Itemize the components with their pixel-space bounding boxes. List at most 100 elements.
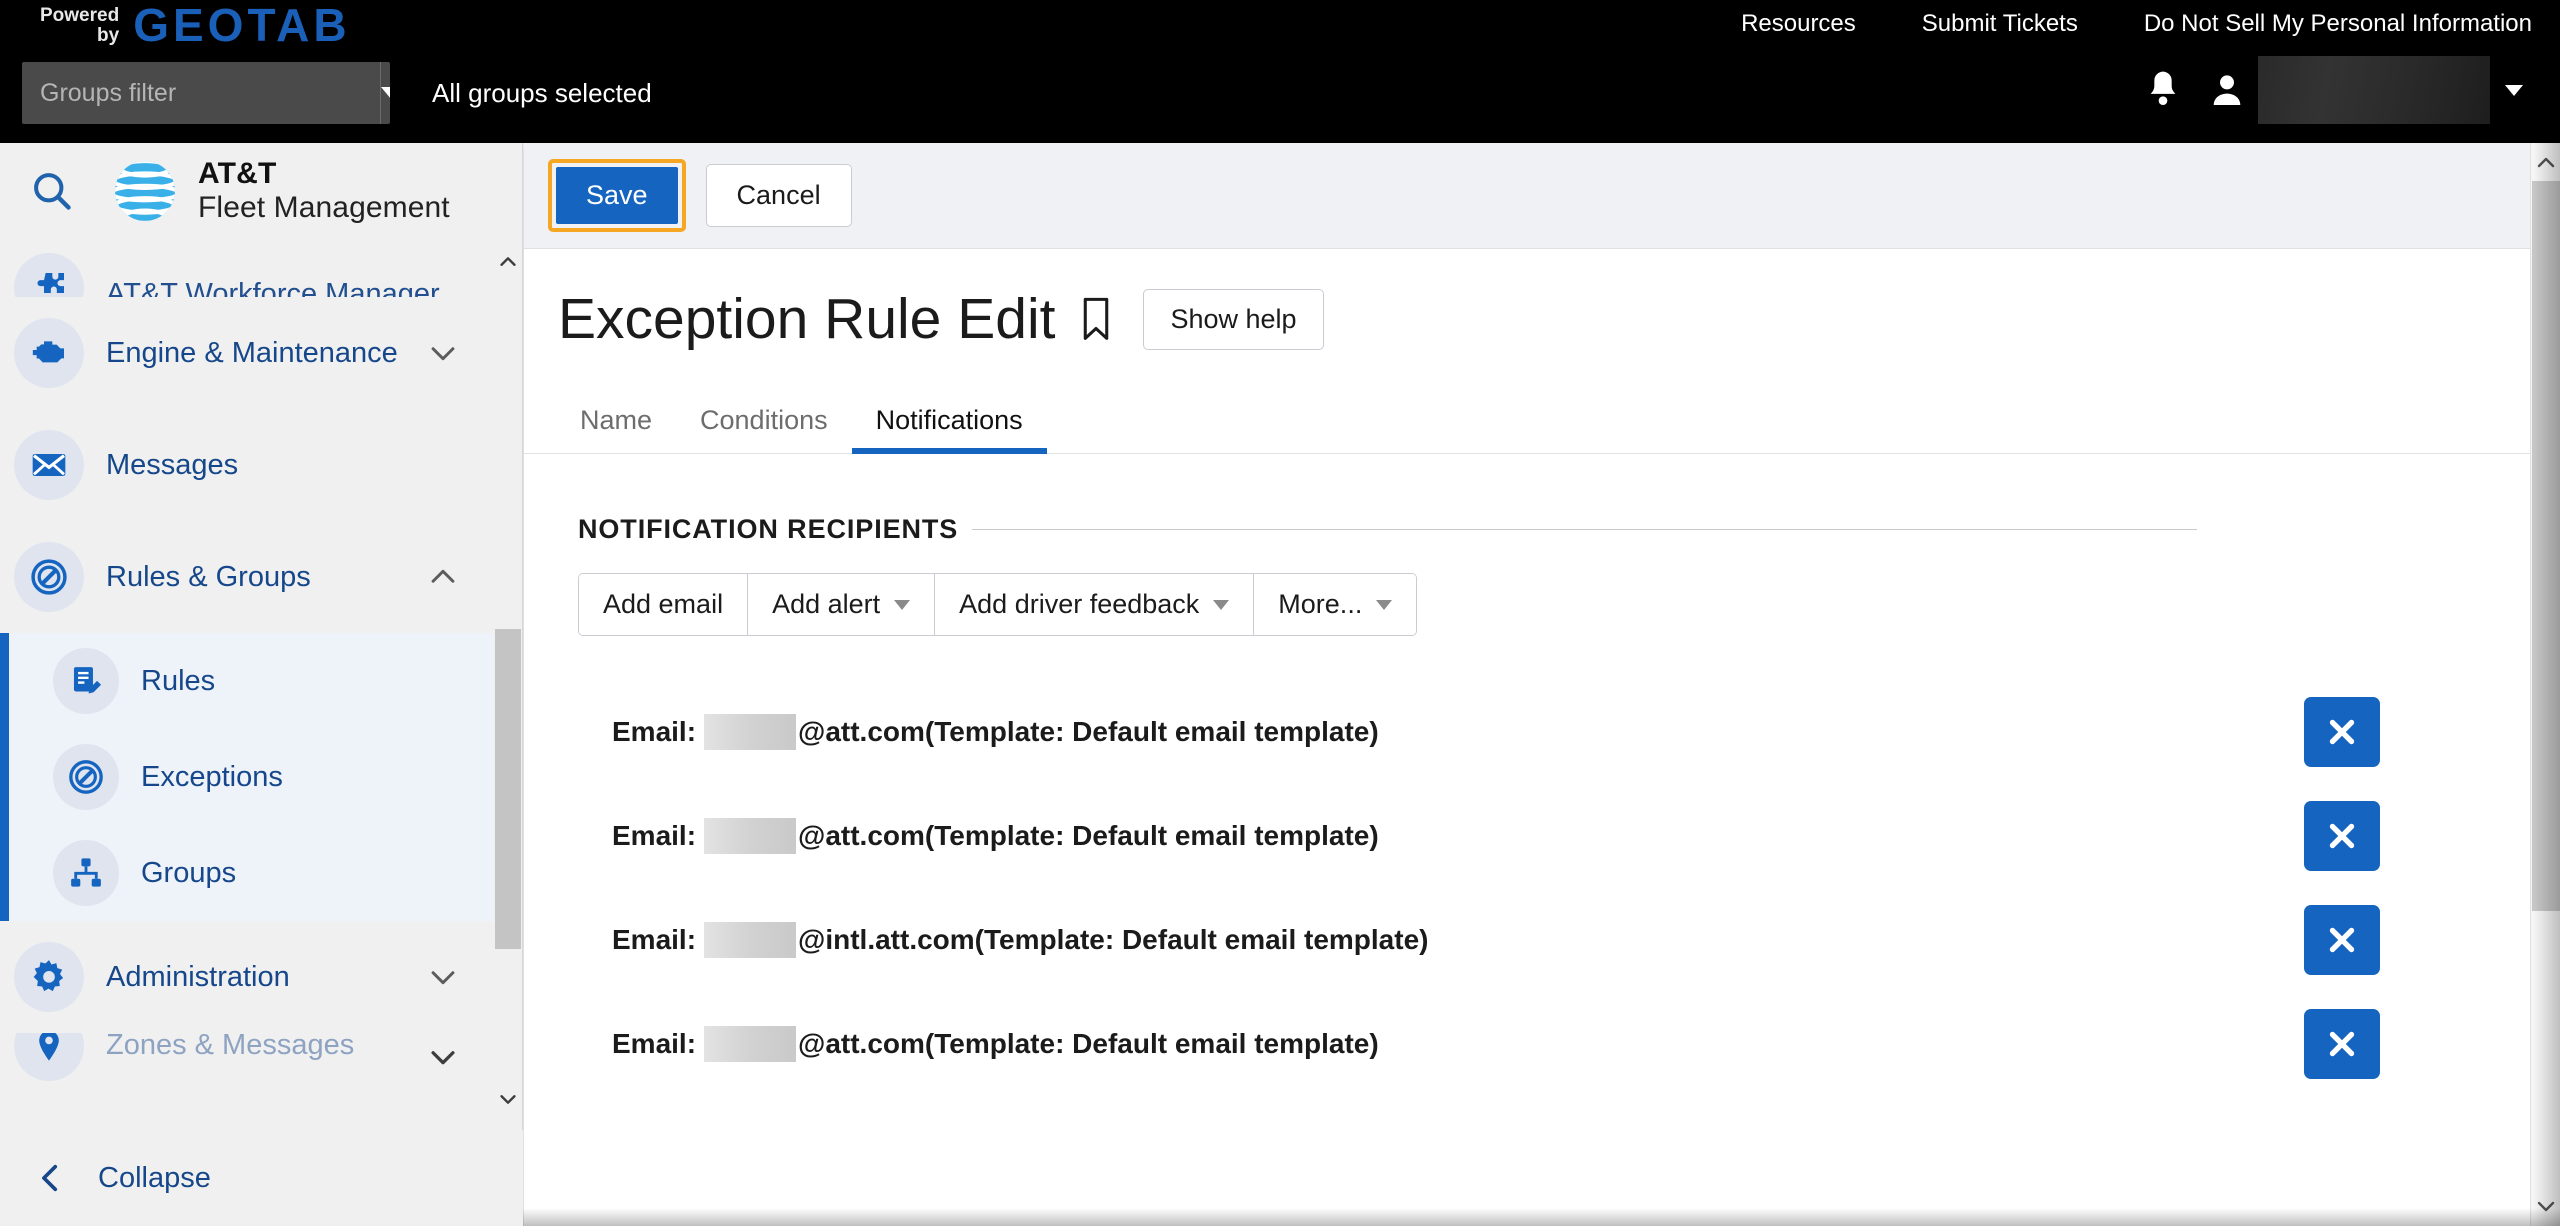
groups-filter-input[interactable] [22, 62, 380, 124]
add-email-label: Add email [603, 589, 724, 619]
notification-recipients-section: NOTIFICATION RECIPIENTS Add email Add al… [524, 454, 2560, 1096]
top-utility-links: Resources Submit Tickets Do Not Sell My … [1741, 0, 2532, 48]
org-tree-icon [53, 840, 119, 906]
tab-notifications[interactable]: Notifications [851, 405, 1047, 454]
recipients-toolbar: Add email Add alert Add driver feedback … [578, 573, 1418, 636]
main-scroll-down-button[interactable] [2531, 1188, 2560, 1224]
topbar-right-cluster [2128, 55, 2538, 125]
show-help-button[interactable]: Show help [1143, 288, 1324, 350]
powered-by-text: Powered by [40, 2, 119, 46]
more-label: More... [1278, 589, 1363, 619]
recipient-text: Email: @att.com (Template: Default email… [612, 1026, 1379, 1062]
recipient-row: Email: @att.com (Template: Default email… [578, 992, 2560, 1096]
main-scroll-up-button[interactable] [2531, 145, 2560, 181]
recipient-text: Email: @att.com (Template: Default email… [612, 818, 1379, 854]
chevron-down-icon [1376, 599, 1393, 610]
add-alert-button[interactable]: Add alert [748, 574, 936, 635]
bookmark-icon[interactable] [1077, 296, 1115, 342]
add-alert-label: Add alert [772, 589, 881, 619]
chevron-down-icon [2505, 84, 2523, 96]
no-entry-icon [53, 744, 119, 810]
recipient-template: (Template: Default email template) [924, 1028, 1379, 1059]
chevron-down-icon[interactable] [426, 960, 460, 994]
sidebar-item-messages[interactable]: Messages [0, 409, 522, 521]
att-fleet-logo: AT&T Fleet Management [112, 157, 450, 224]
recipient-domain: @att.com [798, 1028, 925, 1059]
sidebar-item-label: Engine & Maintenance [106, 336, 398, 369]
sidebar-item-label: Messages [106, 448, 239, 481]
chevron-down-icon[interactable] [426, 1040, 460, 1074]
user-avatar-icon [2213, 75, 2241, 106]
gear-icon [14, 942, 84, 1012]
sidebar-item-zones-and-messages[interactable]: Zones & Messages [0, 1033, 522, 1081]
tab-bar: Name Conditions Notifications [524, 389, 2560, 454]
sidebar-scrollbar-thumb[interactable] [495, 629, 521, 949]
sidebar-scroll-down-button[interactable] [494, 1082, 522, 1116]
save-button[interactable]: Save [556, 167, 678, 224]
sidebar-item-rules[interactable]: Rules [9, 633, 522, 729]
main-content: Save Cancel Exception Rule Edit Show hel… [524, 143, 2560, 1226]
sidebar-item-groups[interactable]: Groups [9, 825, 522, 921]
chevron-down-icon[interactable] [426, 336, 460, 370]
groups-filter-dropdown-button[interactable] [380, 62, 390, 124]
puzzle-icon [14, 253, 84, 297]
rule-circle-icon [14, 542, 84, 612]
sidebar-item-exceptions[interactable]: Exceptions [9, 729, 522, 825]
geotab-logo: Powered by GEOTAB [40, 2, 351, 48]
recipient-domain: @intl.att.com [798, 924, 975, 955]
link-resources[interactable]: Resources [1741, 10, 1856, 38]
powered-by-line1: Powered [40, 5, 120, 26]
sidebar-search-button[interactable] [20, 159, 84, 223]
sidebar-collapse-button[interactable]: Collapse [0, 1130, 523, 1226]
sidebar-scroll-up-button[interactable] [494, 245, 522, 279]
recipient-prefix: Email: [612, 716, 697, 747]
close-x-icon [2329, 719, 2355, 745]
recipient-text: Email: @intl.att.com (Template: Default … [612, 922, 1428, 958]
recipient-row: Email: @att.com (Template: Default email… [578, 680, 2560, 784]
groups-filter[interactable] [22, 62, 390, 124]
tab-conditions[interactable]: Conditions [676, 405, 852, 453]
section-divider [972, 529, 2198, 530]
add-driver-feedback-button[interactable]: Add driver feedback [935, 574, 1255, 635]
chevron-down-icon [894, 599, 911, 610]
sidebar-collapse-label: Collapse [98, 1161, 211, 1194]
sidebar: AT&T Fleet Management AT&T Workforce Man… [0, 143, 523, 1226]
sidebar-item-label: AT&T Workforce Manager [106, 278, 440, 297]
delete-recipient-button[interactable] [2304, 1009, 2380, 1079]
add-email-button[interactable]: Add email [579, 574, 749, 635]
cancel-button[interactable]: Cancel [705, 164, 852, 227]
chevron-up-icon[interactable] [426, 560, 460, 594]
main-scrollbar[interactable] [2530, 143, 2560, 1226]
sidebar-item-rules-and-groups[interactable]: Rules & Groups [0, 521, 522, 633]
map-pin-icon [14, 1033, 84, 1081]
page-title: Exception Rule Edit [558, 287, 1056, 351]
notifications-button[interactable] [2128, 55, 2198, 125]
brand-fleet-management: Fleet Management [198, 191, 450, 224]
sidebar-item-engine-maintenance[interactable]: Engine & Maintenance [0, 297, 522, 409]
chevron-up-icon [500, 257, 516, 266]
link-do-not-sell[interactable]: Do Not Sell My Personal Information [2144, 10, 2532, 38]
user-avatar-button[interactable] [2198, 55, 2256, 125]
geotab-wordmark: GEOTAB [133, 0, 351, 51]
chevron-down-icon [500, 1095, 516, 1104]
section-title: NOTIFICATION RECIPIENTS [578, 514, 959, 544]
chevron-down-icon [381, 87, 390, 99]
close-x-icon [2329, 1031, 2355, 1057]
sidebar-item-administration[interactable]: Administration [0, 921, 522, 1033]
user-name-redacted [2258, 56, 2490, 124]
sidebar-item-att-workforce-manager[interactable]: AT&T Workforce Manager [0, 239, 522, 297]
att-globe-icon [115, 161, 175, 221]
delete-recipient-button[interactable] [2304, 905, 2380, 975]
close-x-icon [2329, 823, 2355, 849]
delete-recipient-button[interactable] [2304, 801, 2380, 871]
sidebar-subitem-label: Exceptions [141, 760, 283, 793]
more-button[interactable]: More... [1254, 574, 1417, 635]
save-button-focus-ring: Save [548, 159, 686, 232]
main-scrollbar-thumb[interactable] [2532, 181, 2560, 911]
user-menu-button[interactable] [2490, 55, 2538, 125]
sidebar-scrollbar[interactable] [494, 239, 522, 1226]
engine-icon [14, 318, 84, 388]
tab-name[interactable]: Name [556, 405, 676, 453]
link-submit-tickets[interactable]: Submit Tickets [1922, 10, 2078, 38]
delete-recipient-button[interactable] [2304, 697, 2380, 767]
